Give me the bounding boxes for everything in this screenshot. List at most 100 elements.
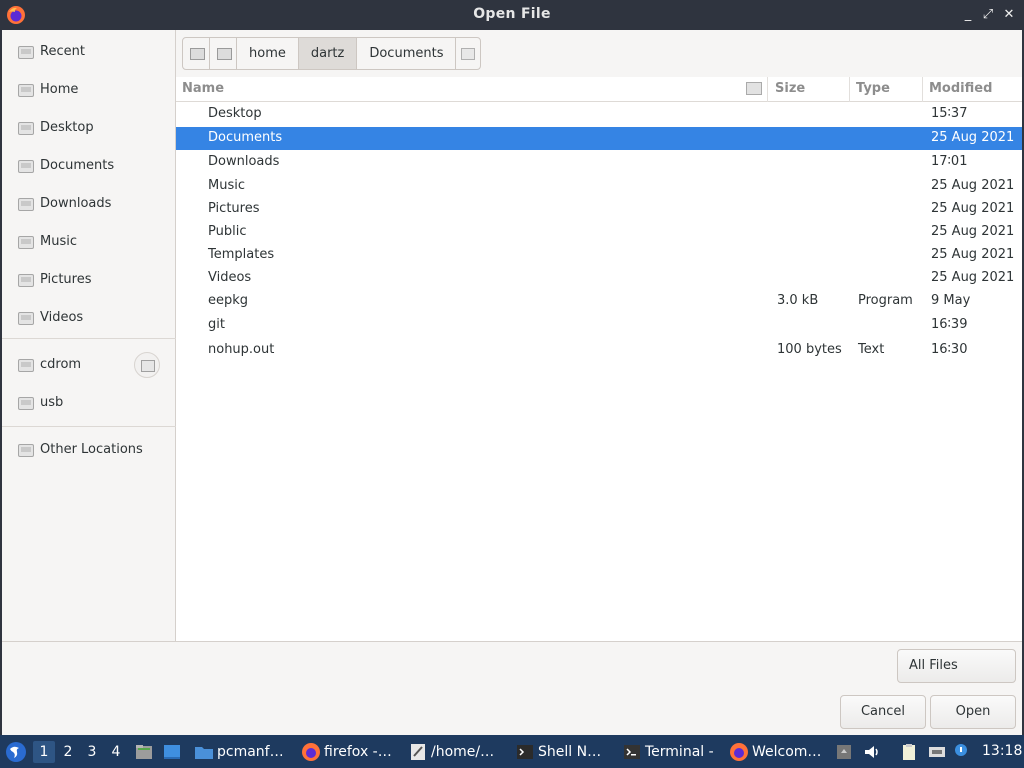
column-name-header[interactable]: Name [182,81,224,96]
file-type: Text [858,342,885,357]
file-modified: 25 Aug 2021 [931,130,1015,145]
file-manager-icon[interactable] [134,742,154,762]
workspace-3[interactable]: 3 [81,741,103,763]
clipboard-icon[interactable] [899,742,919,762]
volume-icon[interactable] [862,742,882,762]
table-row[interactable]: Documents 25 Aug 2021 [176,127,1022,150]
pictures-icon [18,274,34,287]
task-label: Terminal - [645,744,714,760]
path-back-icon[interactable] [183,38,210,69]
path-bar: home dartz Documents [182,37,482,70]
drive-icon [18,359,34,372]
table-row[interactable]: Public 25 Aug 2021 [176,221,1022,244]
drive-icon [18,397,34,410]
path-segment-dartz[interactable]: dartz [298,38,358,69]
sidebar-item-label: Videos [40,310,84,325]
updates-icon[interactable] [951,742,971,762]
videos-icon [18,312,34,325]
clock[interactable]: 13:18 [982,743,1022,759]
table-row[interactable]: nohup.out 100 bytes Text 16∶30 [176,339,1022,362]
sidebar-separator [2,338,176,339]
file-name: git [208,317,225,332]
table-row[interactable]: Templates 25 Aug 2021 [176,244,1022,267]
firefox-icon [730,743,748,761]
task-firefox[interactable]: firefox -… [301,738,392,766]
table-row[interactable]: git 16∶39 [176,314,1022,337]
file-name: Downloads [208,154,280,169]
task-label: Shell N… [538,744,602,760]
sidebar-item-documents[interactable]: Documents [2,149,176,183]
task-welcome[interactable]: Welcom… [729,738,821,766]
network-icon[interactable] [927,742,947,762]
file-name: Templates [208,247,275,262]
column-type-header[interactable]: Type [856,81,890,96]
firefox-icon [302,743,320,761]
sidebar-item-label: Recent [40,44,85,59]
sidebar-item-music[interactable]: Music [2,225,176,259]
file-name: Videos [208,270,252,285]
menu-icon[interactable] [4,740,28,764]
table-row[interactable]: Downloads 17∶01 [176,151,1022,174]
column-size-header[interactable]: Size [775,81,805,96]
table-row[interactable]: Videos 25 Aug 2021 [176,267,1022,290]
sidebar-item-videos[interactable]: Videos [2,301,176,335]
terminal-icon [624,745,640,759]
file-modified: 9 May [931,293,971,308]
workspace-1[interactable]: 1 [33,741,55,763]
path-forward-icon[interactable] [456,38,480,69]
file-modified: 25 Aug 2021 [931,270,1015,285]
sidebar-item-downloads[interactable]: Downloads [2,187,176,221]
file-modified: 15∶37 [931,106,968,121]
close-button[interactable]: ✕ [999,5,1019,25]
workspace-2[interactable]: 2 [57,741,79,763]
network-icon [18,444,34,457]
file-size: 100 bytes [777,342,842,357]
sidebar-item-label: Other Locations [40,442,143,457]
sidebar-item-usb[interactable]: usb [2,386,176,420]
file-name: Pictures [208,201,260,216]
task-text-editor[interactable]: /home/… [408,738,494,766]
file-filter-select[interactable]: All Files [897,649,1016,683]
sidebar-item-label: cdrom [40,357,82,372]
sidebar-item-recent[interactable]: Recent [2,35,176,69]
workspace-4[interactable]: 4 [105,741,127,763]
table-row[interactable]: Desktop 15∶37 [176,103,1022,126]
file-name: Documents [208,130,283,145]
sidebar-item-desktop[interactable]: Desktop [2,111,176,145]
file-size: 3.0 kB [777,293,819,308]
open-button[interactable]: Open [930,695,1016,729]
eject-icon[interactable] [134,352,160,378]
task-terminal[interactable]: Terminal - [622,738,714,766]
desktop-icon [18,122,34,135]
taskbar: 1 2 3 4 pcmanf… firefox -… /home/… Shell… [0,735,1024,768]
table-row[interactable]: eepkg 3.0 kB Program 9 May [176,290,1022,313]
file-modified: 25 Aug 2021 [931,224,1015,239]
home-icon [18,84,34,97]
sidebar-item-home[interactable]: Home [2,73,176,107]
path-segment-documents[interactable]: Documents [357,38,457,69]
drive-icon[interactable] [210,38,237,69]
notification-icon[interactable] [834,742,854,762]
show-desktop-icon[interactable] [162,742,182,762]
file-name: Music [208,178,245,193]
file-list: Name Size Type Modified Desktop 15∶37 Docu… [176,77,1022,641]
path-segment-home[interactable]: home [237,38,299,69]
sidebar-item-cdrom[interactable]: cdrom [2,348,176,382]
sidebar-item-pictures[interactable]: Pictures [2,263,176,297]
task-pcmanfm[interactable]: pcmanf… [194,738,284,766]
column-modified-header[interactable]: Modified [929,81,992,96]
title-bar: Open File _ ⤢ ✕ [0,0,1024,30]
column-divider [922,77,923,102]
sidebar-item-other-locations[interactable]: Other Locations [2,433,176,467]
sort-icon[interactable] [746,82,762,95]
maximize-button[interactable]: ⤢ [978,5,998,25]
table-row[interactable]: Music 25 Aug 2021 [176,175,1022,198]
table-row[interactable]: Pictures 25 Aug 2021 [176,198,1022,221]
file-modified: 17∶01 [931,154,968,169]
cancel-button[interactable]: Cancel [840,695,926,729]
task-shell[interactable]: Shell N… [515,738,601,766]
sidebar-separator [2,426,176,427]
file-modified: 25 Aug 2021 [931,201,1015,216]
music-icon [18,236,34,249]
minimize-button[interactable]: _ [958,5,978,25]
